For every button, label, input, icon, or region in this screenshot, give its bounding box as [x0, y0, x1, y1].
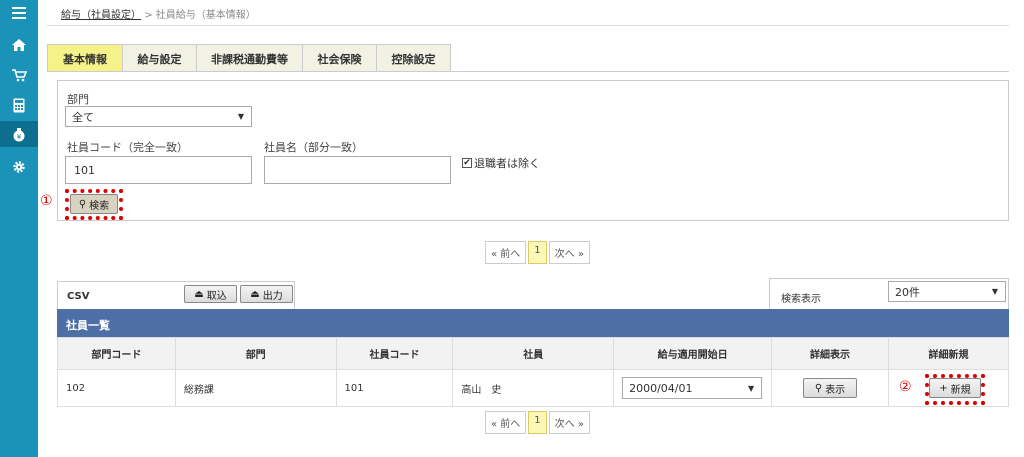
csv-label: CSV — [67, 291, 90, 302]
display-count-value: 20件 — [895, 285, 920, 299]
annotation-box-2 — [924, 374, 985, 405]
tab-basic-info[interactable]: 基本情報 — [47, 44, 123, 72]
pager-top: « 前へ 1 次へ » — [485, 241, 590, 264]
breadcrumb-current: 社員給与（基本情報） — [155, 10, 256, 21]
show-detail-label: 表示 — [825, 384, 846, 396]
dept-label: 部門 — [67, 93, 89, 106]
money-bag-icon[interactable]: ¥ — [0, 121, 38, 147]
download-icon: ⏏ — [250, 288, 260, 300]
tab-social-insurance[interactable]: 社会保険 — [302, 44, 377, 72]
home-icon[interactable] — [0, 32, 38, 58]
breadcrumb-separator: > — [144, 10, 153, 21]
pager-page-current[interactable]: 1 — [528, 241, 547, 264]
menu-icon[interactable] — [0, 0, 38, 26]
pager-next-link[interactable]: 次へ » — [548, 241, 590, 264]
pager-bottom: « 前へ 1 次へ » — [485, 411, 590, 434]
csv-box: CSV ⏏ 取込 ⏏ 出力 — [57, 281, 295, 310]
col-emp: 社員 — [452, 337, 615, 370]
tab-bar: 基本情報 給与設定 非課税通勤費等 社会保険 控除設定 — [47, 44, 451, 72]
pager-prev-link[interactable]: « 前へ — [485, 411, 527, 434]
cell-dept: 総務課 — [174, 369, 337, 407]
pager-next-link[interactable]: 次へ » — [548, 411, 590, 434]
csv-import-button[interactable]: ⏏ 取込 — [184, 285, 237, 303]
upload-icon: ⏏ — [194, 288, 204, 300]
chevron-down-icon: ▼ — [991, 287, 998, 296]
col-new-detail: 詳細新規 — [887, 337, 1010, 370]
gear-icon[interactable] — [0, 154, 38, 180]
search-icon: ⚲ — [814, 382, 823, 394]
cell-emp-code: 101 — [335, 369, 454, 407]
show-detail-button[interactable]: ⚲ 表示 — [803, 378, 858, 398]
csv-export-label: 出力 — [262, 290, 283, 302]
emp-name-input[interactable] — [264, 156, 451, 184]
display-count-box: 検索表示 20件 ▼ — [769, 278, 1009, 310]
cell-emp: 高山 史 — [452, 369, 615, 407]
tab-commute-allowance[interactable]: 非課税通勤費等 — [196, 44, 303, 72]
start-date-select[interactable]: 2000/04/01 ▼ — [622, 377, 763, 399]
col-dept: 部門 — [174, 337, 337, 370]
annotation-number-2: ② — [898, 379, 912, 395]
checkbox-check-icon: ✔ — [462, 158, 472, 168]
pager-prev-link[interactable]: « 前へ — [485, 241, 527, 264]
employee-list-header: 社員一覧 — [57, 309, 1009, 337]
col-dept-code: 部門コード — [57, 337, 176, 370]
start-date-value: 2000/04/01 — [629, 381, 693, 395]
header-divider — [47, 25, 1009, 26]
svg-text:¥: ¥ — [17, 133, 22, 141]
employee-list-title: 社員一覧 — [66, 319, 110, 332]
display-count-label: 検索表示 — [781, 294, 821, 305]
table-row: 102 総務課 101 高山 史 2000/04/01 ▼ ⚲ 表示 ② + 新規 — [57, 369, 1010, 407]
cart-icon[interactable] — [0, 62, 38, 88]
emp-name-label: 社員名（部分一致） — [264, 141, 363, 154]
cell-new-detail: ② + 新規 — [887, 369, 1010, 407]
cell-show-detail: ⚲ 表示 — [771, 369, 889, 407]
tab-deduction-settings[interactable]: 控除設定 — [376, 44, 451, 72]
cell-start-date: 2000/04/01 ▼ — [613, 369, 773, 407]
emp-code-label: 社員コード（完全一致） — [67, 141, 188, 154]
sidebar: ¥ — [0, 0, 38, 457]
exclude-retired-label: 退職者は除く — [474, 157, 540, 170]
exclude-retired-checkbox[interactable]: ✔ 退職者は除く — [462, 155, 540, 171]
employee-table: 部門コード 部門 社員コード 社員 給与適用開始日 詳細表示 詳細新規 102 … — [57, 337, 1010, 407]
col-start-date: 給与適用開始日 — [613, 337, 773, 370]
pager-page-current[interactable]: 1 — [528, 411, 547, 434]
display-count-select[interactable]: 20件 ▼ — [888, 281, 1006, 302]
chevron-down-icon: ▼ — [237, 112, 244, 121]
col-emp-code: 社員コード — [335, 337, 454, 370]
chevron-down-icon: ▼ — [747, 383, 755, 393]
tab-salary-settings[interactable]: 給与設定 — [122, 44, 197, 72]
col-show-detail: 詳細表示 — [771, 337, 889, 370]
annotation-box-1 — [65, 189, 123, 220]
dept-select[interactable]: 全て ▼ — [65, 106, 252, 127]
breadcrumb-parent-link[interactable]: 給与（社員設定） — [61, 10, 141, 21]
search-panel: 部門 全て ▼ 社員コード（完全一致） 101 社員名（部分一致） ✔ 退職者は… — [57, 80, 1009, 221]
tab-underline — [47, 71, 1009, 72]
annotation-number-1: ① — [40, 193, 53, 209]
calculator-icon[interactable] — [0, 92, 38, 118]
breadcrumb: 給与（社員設定） > 社員給与（基本情報） — [61, 6, 256, 21]
dept-select-value: 全て — [72, 110, 94, 124]
table-header-row: 部門コード 部門 社員コード 社員 給与適用開始日 詳細表示 詳細新規 — [57, 337, 1010, 370]
csv-import-label: 取込 — [206, 290, 227, 302]
emp-code-input[interactable]: 101 — [65, 156, 252, 184]
cell-dept-code: 102 — [57, 369, 176, 407]
csv-export-button[interactable]: ⏏ 出力 — [240, 285, 293, 303]
